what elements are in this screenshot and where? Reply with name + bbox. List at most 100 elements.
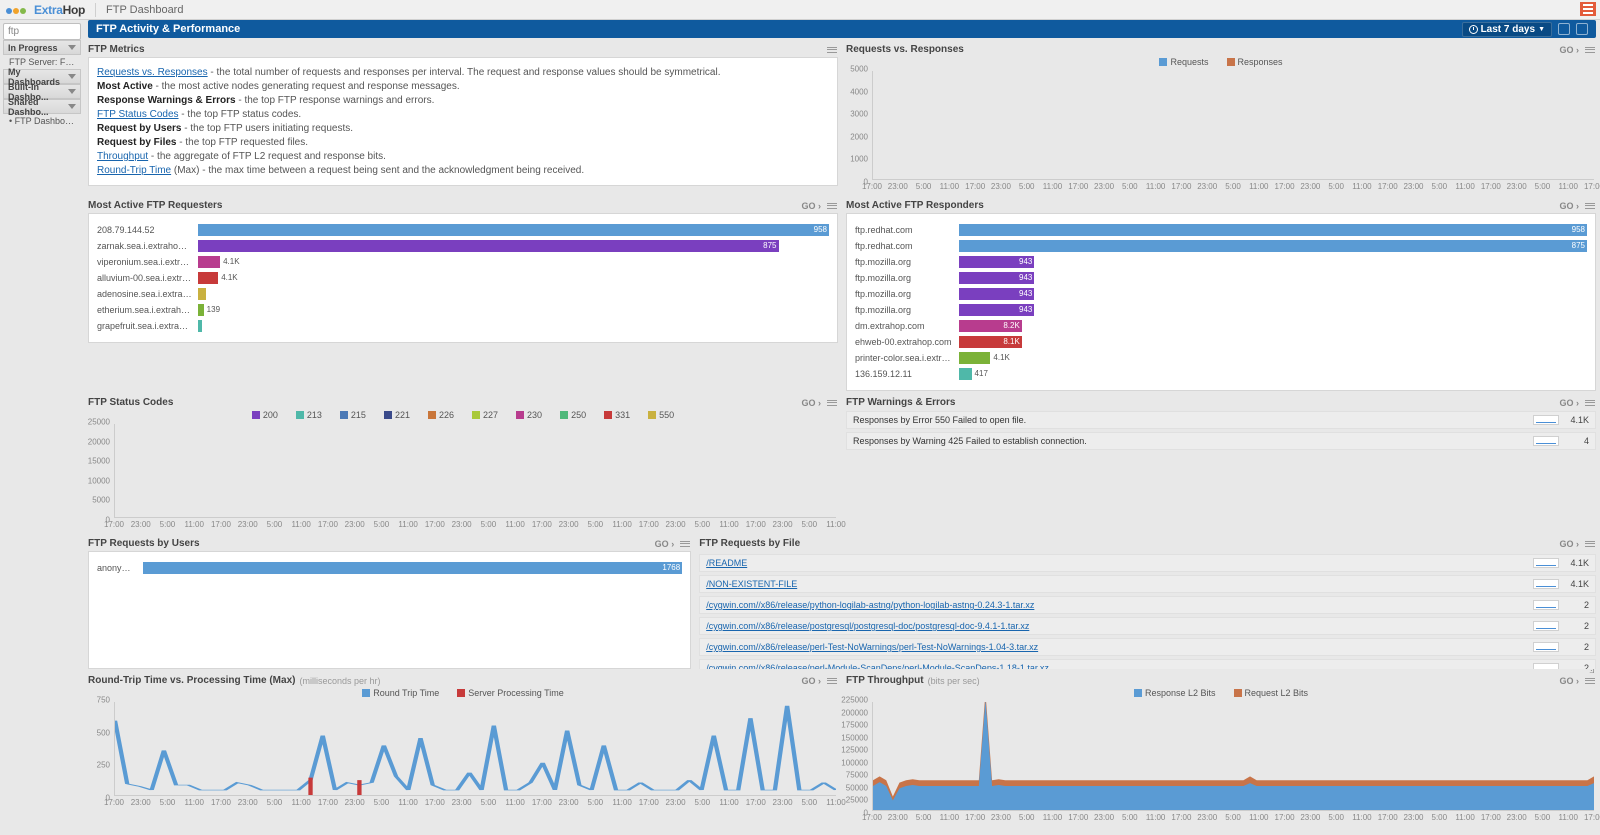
widget-menu-icon[interactable]: [826, 202, 838, 210]
legend-item[interactable]: Requests: [1159, 57, 1208, 67]
bar-row[interactable]: ehweb-00.extrahop.com 8.1K: [855, 336, 1587, 348]
list-item[interactable]: /cygwin.com//x86/release/perl-Module-Sca…: [699, 659, 1596, 669]
chevron-down-icon: [68, 89, 76, 94]
nav-group-header[interactable]: Shared Dashbo...: [3, 99, 81, 114]
bar-row[interactable]: ftp.mozilla.org 943: [855, 272, 1587, 284]
legend-item[interactable]: 215: [340, 410, 366, 420]
list-item[interactable]: Responses by Error 550 Failed to open fi…: [846, 411, 1596, 429]
sparkline: [1533, 415, 1559, 425]
go-link[interactable]: GO: [801, 398, 821, 408]
metric-link[interactable]: Throughput: [97, 151, 148, 162]
bar-row[interactable]: adenosine.sea.i.extrahop.com: [97, 288, 829, 300]
metric-link[interactable]: FTP Status Codes: [97, 109, 179, 120]
widget-menu-icon[interactable]: [826, 46, 838, 54]
widget-menu-icon[interactable]: [679, 540, 691, 548]
bar-row[interactable]: etherium.sea.i.extrahop.com 139: [97, 304, 829, 316]
widget-menu-icon[interactable]: [826, 399, 838, 407]
chevron-down-icon: [68, 104, 76, 109]
list-item[interactable]: /cygwin.com//x86/release/perl-Test-NoWar…: [699, 638, 1596, 656]
users-chart[interactable]: anonymous 1768: [88, 551, 691, 669]
go-link[interactable]: GO: [801, 201, 821, 211]
section-header: FTP Activity & Performance Last 7 days ▼: [88, 20, 1596, 38]
sidebar: In ProgressFTP Server: FTPMy DashboardsB…: [0, 20, 84, 131]
time-range-button[interactable]: Last 7 days ▼: [1462, 22, 1552, 37]
bar-row[interactable]: ftp.redhat.com 875: [855, 240, 1587, 252]
clock-icon: [1469, 25, 1478, 34]
legend-item[interactable]: 230: [516, 410, 542, 420]
bar-row[interactable]: ftp.redhat.com 958: [855, 224, 1587, 236]
widget-menu-icon[interactable]: [1584, 540, 1596, 548]
list-item[interactable]: /cygwin.com//x86/release/postgresql/post…: [699, 617, 1596, 635]
widget-menu-icon[interactable]: [1584, 399, 1596, 407]
go-link[interactable]: GO: [1559, 539, 1579, 549]
requests-responses-chart[interactable]: 010002000300040005000 17:0023:005:0011:0…: [846, 69, 1596, 194]
bar-row[interactable]: ftp.mozilla.org 943: [855, 256, 1587, 268]
sparkline: [1533, 436, 1559, 446]
legend-item[interactable]: 213: [296, 410, 322, 420]
legend-item[interactable]: Responses: [1227, 57, 1283, 67]
bar-row[interactable]: ftp.mozilla.org 943: [855, 288, 1587, 300]
go-link[interactable]: GO: [1559, 676, 1579, 686]
nav-item[interactable]: • FTP Dashboard: [3, 114, 81, 128]
metric-link[interactable]: Round-Trip Time: [97, 165, 171, 176]
page-title: FTP Dashboard: [106, 4, 183, 16]
legend-item[interactable]: Server Processing Time: [457, 688, 564, 698]
bar-row[interactable]: printer-color.sea.i.extrahop.com 4.1K: [855, 352, 1587, 364]
list-item[interactable]: /README4.1K: [699, 554, 1596, 572]
requesters-chart[interactable]: 208.79.144.52 958 zarnak.sea.i.extrahop.c…: [88, 213, 838, 343]
sparkline: [1533, 621, 1559, 631]
widget-menu-icon[interactable]: [1584, 677, 1596, 685]
list-item[interactable]: /cygwin.com//x86/release/python-logilab-…: [699, 596, 1596, 614]
responders-chart[interactable]: ftp.redhat.com 958 ftp.redhat.com 875 ftp.…: [846, 213, 1596, 391]
list-item[interactable]: /NON-EXISTENT-FILE4.1K: [699, 575, 1596, 593]
throughput-chart[interactable]: 0250005000075000100000125000150000175000…: [846, 700, 1596, 825]
resize-icon[interactable]: ⟓: [1589, 662, 1599, 672]
brand-logo[interactable]: ExtraHop: [6, 3, 85, 17]
bar-row[interactable]: dm.extrahop.com 8.2K: [855, 320, 1587, 332]
go-link[interactable]: GO: [1559, 201, 1579, 211]
go-link[interactable]: GO: [655, 539, 675, 549]
legend-item[interactable]: 550: [648, 410, 674, 420]
errors-list: Responses by Error 550 Failed to open fi…: [846, 411, 1596, 450]
sparkline: [1533, 579, 1559, 589]
bar-row[interactable]: alluvium-00.sea.i.extrahop.com 4.1K: [97, 272, 829, 284]
widget-menu-icon[interactable]: [1584, 46, 1596, 54]
legend-item[interactable]: Round Trip Time: [362, 688, 439, 698]
bar-row[interactable]: ftp.mozilla.org 943: [855, 304, 1587, 316]
go-link[interactable]: GO: [1559, 45, 1579, 55]
status-codes-chart[interactable]: 0500010000150002000025000 17:0023:005:00…: [88, 422, 838, 532]
bar-row[interactable]: zarnak.sea.i.extrahop.com 875: [97, 240, 829, 252]
files-list[interactable]: /README4.1K/NON-EXISTENT-FILE4.1K/cygwin…: [699, 551, 1596, 669]
list-item[interactable]: Responses by Warning 425 Failed to estab…: [846, 432, 1596, 450]
nav-group-header[interactable]: In Progress: [3, 40, 81, 55]
legend-item[interactable]: Request L2 Bits: [1234, 688, 1309, 698]
chevron-down-icon: [68, 45, 76, 50]
legend-item[interactable]: 227: [472, 410, 498, 420]
sparkline: [1533, 642, 1559, 652]
sparkline: [1533, 600, 1559, 610]
fullscreen-icon[interactable]: [1558, 23, 1570, 35]
chevron-down-icon: ▼: [1538, 26, 1545, 33]
bar-row[interactable]: 136.159.12.11 417: [855, 368, 1587, 380]
bar-row[interactable]: viperonium.sea.i.extrahop.com 4.1K: [97, 256, 829, 268]
go-link[interactable]: GO: [801, 676, 821, 686]
bar-row[interactable]: 208.79.144.52 958: [97, 224, 829, 236]
legend-item[interactable]: 331: [604, 410, 630, 420]
widget-menu-icon[interactable]: [1584, 202, 1596, 210]
menu-icon[interactable]: [1580, 2, 1596, 16]
go-link[interactable]: GO: [1559, 398, 1579, 408]
rtt-chart[interactable]: 0250500750 17:0023:005:0011:0017:0023:00…: [88, 700, 838, 810]
legend-item[interactable]: 226: [428, 410, 454, 420]
legend-item[interactable]: Response L2 Bits: [1134, 688, 1216, 698]
sparkline: [1533, 558, 1559, 568]
bar-row[interactable]: grapefruit.sea.i.extrahop.com: [97, 320, 829, 332]
bar-row[interactable]: anonymous 1768: [97, 562, 682, 574]
widget-menu-icon[interactable]: [826, 677, 838, 685]
metric-link[interactable]: Requests vs. Responses: [97, 67, 208, 78]
panels-icon[interactable]: [1576, 23, 1588, 35]
legend-item[interactable]: 221: [384, 410, 410, 420]
sparkline: [1533, 663, 1559, 669]
legend-item[interactable]: 250: [560, 410, 586, 420]
legend-item[interactable]: 200: [252, 410, 278, 420]
search-input[interactable]: [3, 23, 81, 40]
